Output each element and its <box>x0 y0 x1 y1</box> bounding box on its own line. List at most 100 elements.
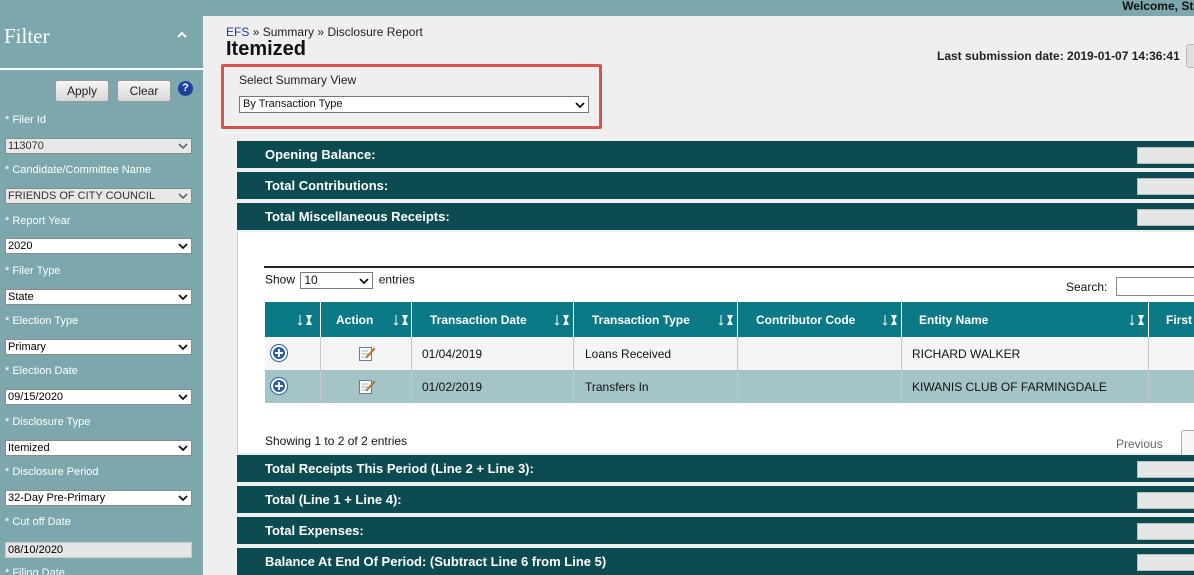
section-value <box>1137 178 1194 195</box>
breadcrumb-separator: » <box>252 25 260 39</box>
column-label: Transaction Type <box>592 313 690 327</box>
sort-icon <box>297 315 312 326</box>
row-date-cell: 01/02/2019 <box>412 370 574 403</box>
clear-button[interactable]: Clear <box>117 80 171 102</box>
row-entity-cell: KIWANIS CLUB OF FARMINGDALE <box>902 370 1149 403</box>
top-bar: Welcome, Stat <box>0 0 1194 16</box>
next-page-button[interactable] <box>1181 430 1194 458</box>
disclosure-period-label: * Disclosure Period <box>5 466 99 478</box>
filter-title: Filter <box>4 24 50 48</box>
section-total-contributions[interactable]: Total Contributions: <box>237 172 1194 199</box>
help-icon[interactable]: ? <box>178 81 193 96</box>
disclosure-type-select[interactable]: Itemized <box>5 440 192 456</box>
section-total-expenses[interactable]: Total Expenses: <box>237 517 1194 544</box>
table-header: Action Transaction Date Transaction Type… <box>265 302 1194 337</box>
column-header-action[interactable]: Action <box>321 302 412 337</box>
disclosure-type-label: * Disclosure Type <box>5 416 91 428</box>
column-header-transaction-type[interactable]: Transaction Type <box>574 302 738 337</box>
row-expand-cell <box>265 337 321 370</box>
welcome-text: Welcome, Stat <box>1122 0 1194 13</box>
row-entity: KIWANIS CLUB OF FARMINGDALE <box>912 380 1107 394</box>
breadcrumb-summary[interactable]: Summary <box>263 25 314 39</box>
candidate-select[interactable]: FRIENDS OF CITY COUNCIL <box>5 188 192 204</box>
row-entity: RICHARD WALKER <box>912 347 1021 361</box>
section-title: Total Miscellaneous Receipts: <box>265 209 450 224</box>
row-first-cell <box>1149 370 1194 403</box>
disclosure-period-select[interactable]: 32-Day Pre-Primary <box>5 490 192 506</box>
chevron-down-icon <box>178 143 188 150</box>
election-date-label: * Election Date <box>5 365 78 377</box>
expand-plus-icon[interactable] <box>271 378 287 394</box>
disclosure-type-value: Itemized <box>8 442 50 454</box>
filer-type-select[interactable]: State <box>5 289 192 305</box>
chevron-down-icon <box>178 495 188 502</box>
section-title: Opening Balance: <box>265 147 376 162</box>
column-label: Transaction Date <box>430 313 527 327</box>
chevron-down-icon <box>178 394 188 401</box>
table-row: 01/02/2019 Transfers In KIWANIS CLUB OF … <box>265 370 1194 403</box>
table-row: 01/04/2019 Loans Received RICHARD WALKER <box>265 337 1194 370</box>
expand-plus-icon[interactable] <box>271 345 287 361</box>
report-year-select[interactable]: 2020 <box>5 238 192 254</box>
section-total-receipts-period[interactable]: Total Receipts This Period (Line 2 + Lin… <box>237 455 1194 482</box>
sort-icon <box>1129 315 1144 326</box>
election-date-select[interactable]: 09/15/2020 <box>5 389 192 405</box>
filer-id-select[interactable]: 113070 <box>5 138 192 154</box>
entries-value: 10 <box>304 273 318 287</box>
edit-icon[interactable] <box>358 344 376 362</box>
section-opening-balance[interactable]: Opening Balance: <box>237 141 1194 168</box>
column-header-contributor-code[interactable]: Contributor Code <box>738 302 902 337</box>
candidate-label: * Candidate/Committee Name <box>5 164 152 176</box>
chevron-down-icon <box>178 193 188 200</box>
chevron-down-icon <box>178 243 188 250</box>
column-label: First <box>1166 313 1193 327</box>
entries-select[interactable]: 10 <box>300 272 374 289</box>
section-misc-receipts[interactable]: Total Miscellaneous Receipts: <box>237 203 1194 230</box>
apply-button[interactable]: Apply <box>55 80 109 102</box>
summary-view-select[interactable]: By Transaction Type <box>239 96 589 113</box>
filer-id-value: 113070 <box>8 140 44 152</box>
election-type-select[interactable]: Primary <box>5 339 192 355</box>
search-input[interactable] <box>1116 277 1194 296</box>
previous-page-button[interactable]: Previous <box>1116 437 1163 451</box>
report-year-value: 2020 <box>8 240 33 252</box>
chevron-down-icon <box>178 344 188 351</box>
column-header-first[interactable]: First <box>1149 302 1194 337</box>
misc-receipts-panel: Show 10 entries Search: Action Transacti… <box>237 232 1194 462</box>
section-title: Total Receipts This Period (Line 2 + Lin… <box>265 461 534 476</box>
edit-icon[interactable] <box>358 377 376 395</box>
section-title: Total Contributions: <box>265 178 389 193</box>
candidate-value: FRIENDS OF CITY COUNCIL <box>8 190 156 202</box>
header-action-button[interactable] <box>1186 44 1194 68</box>
section-value <box>1137 523 1194 540</box>
election-date-value: 09/15/2020 <box>8 391 64 403</box>
section-value <box>1137 554 1194 571</box>
caret-right-icon <box>249 465 253 471</box>
summary-view-label: Select Summary View <box>239 73 357 87</box>
show-label: Show <box>265 272 296 287</box>
row-code-cell <box>738 337 902 370</box>
row-action-cell <box>321 370 412 403</box>
breadcrumb-current: Disclosure Report <box>327 25 423 39</box>
sort-icon <box>882 315 897 326</box>
caret-right-icon <box>249 182 253 188</box>
section-balance-end[interactable]: Balance At End Of Period: (Subtract Line… <box>237 548 1194 575</box>
chevron-down-icon <box>575 102 585 109</box>
filer-type-value: State <box>8 291 34 303</box>
cutoff-date-input[interactable]: 08/10/2020 <box>5 542 192 558</box>
caret-right-icon <box>249 151 253 157</box>
caret-right-icon <box>249 496 253 502</box>
search-label: Search: <box>1066 280 1108 294</box>
column-header-transaction-date[interactable]: Transaction Date <box>412 302 574 337</box>
sort-icon <box>554 315 569 326</box>
chevron-up-icon[interactable] <box>175 28 189 42</box>
column-header-entity-name[interactable]: Entity Name <box>902 302 1149 337</box>
section-total-line1-line4[interactable]: Total (Line 1 + Line 4): <box>237 486 1194 513</box>
column-header-expand[interactable] <box>265 302 321 337</box>
row-type-cell: Loans Received <box>574 337 738 370</box>
row-entity-cell: RICHARD WALKER <box>902 337 1149 370</box>
caret-down-icon <box>249 213 253 219</box>
filter-sidebar: Filter Apply Clear ? * Filer Id 113070 *… <box>0 16 203 575</box>
caret-right-icon <box>249 527 253 533</box>
breadcrumb-efs-link[interactable]: EFS <box>226 25 249 39</box>
